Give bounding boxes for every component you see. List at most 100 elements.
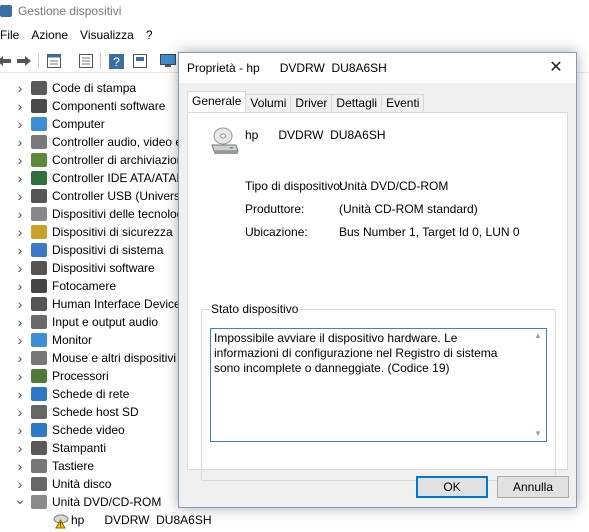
network-adapter-icon: [31, 387, 47, 401]
scroll-up-icon[interactable]: ▲: [530, 329, 546, 343]
ok-button[interactable]: OK: [416, 476, 488, 498]
tree-item[interactable]: › Componenti software: [0, 97, 200, 115]
warning-dvd-icon: !: [52, 513, 69, 529]
chevron-right-icon[interactable]: ›: [14, 98, 26, 114]
chevron-right-icon[interactable]: ›: [14, 116, 26, 132]
details-view-icon[interactable]: [132, 53, 148, 69]
tree-item[interactable]: › Controller audio, video e giochi: [0, 133, 217, 151]
software-device-icon: [31, 261, 47, 275]
tree-item[interactable]: › Dispositivi delle tecnologie di memoria: [0, 205, 256, 223]
device-status-group: Stato dispositivo Impossibile avviare il…: [201, 302, 556, 481]
chevron-right-icon[interactable]: ›: [14, 80, 26, 96]
tree-item-label: Controller di archiviazione: [52, 153, 191, 167]
tree-item-label: Stampanti: [52, 441, 107, 455]
chevron-right-icon[interactable]: ›: [14, 134, 26, 150]
chevron-right-icon[interactable]: ›: [14, 350, 26, 366]
properties-icon[interactable]: [46, 53, 62, 69]
tree-item[interactable]: › Schede di rete: [0, 385, 200, 403]
chevron-right-icon[interactable]: ›: [14, 188, 26, 204]
chevron-right-icon[interactable]: ›: [14, 170, 26, 186]
forward-arrow-icon[interactable]: [16, 53, 32, 69]
svg-text:!: !: [60, 522, 62, 529]
dialog-titlebar[interactable]: Proprietà - hp DVDRW DU8A6SH ✕: [179, 53, 576, 83]
tree-item[interactable]: ⌄ Unità DVD/CD-ROM: [0, 492, 200, 511]
manufacturer-value: (Unità CD-ROM standard): [339, 202, 478, 216]
chevron-right-icon[interactable]: ›: [14, 224, 26, 240]
location-value: Bus Number 1, Target Id 0, LUN 0: [339, 225, 520, 239]
tab-eventi[interactable]: Eventi: [381, 94, 425, 112]
cancel-button[interactable]: Annulla: [497, 476, 569, 498]
tree-item[interactable]: › Dispositivi software: [0, 259, 200, 277]
tree-item[interactable]: › Schede host SD: [0, 403, 200, 421]
menu-file[interactable]: File: [0, 26, 25, 44]
monitor-icon: [31, 333, 47, 347]
tab-volumi[interactable]: Volumi: [245, 94, 292, 112]
tree-item[interactable]: › Mouse e altri dispositivi di puntamento: [0, 349, 256, 367]
tree-item[interactable]: › Code di stampa: [0, 79, 200, 97]
tree-item[interactable]: › Human Interface Devices: [0, 295, 200, 313]
memory-icon: [31, 207, 47, 221]
usb-icon: [31, 189, 47, 203]
tree-item[interactable]: › Schede video: [0, 421, 200, 439]
scroll-down-icon[interactable]: ▼: [530, 427, 546, 441]
tree-item-label: Componenti software: [52, 99, 166, 113]
tree-item-label: Dispositivi di sistema: [52, 243, 164, 257]
device-status-label: Stato dispositivo: [210, 302, 300, 316]
chevron-right-icon[interactable]: ›: [14, 152, 26, 168]
menu-azione[interactable]: Azione: [25, 26, 74, 44]
tree-item-label: Human Interface Devices: [52, 297, 187, 311]
chevron-right-icon[interactable]: ›: [14, 278, 26, 294]
tree-item[interactable]: › Computer: [0, 115, 200, 133]
tree-item[interactable]: › Dispositivi di sistema: [0, 241, 200, 259]
tab-generale[interactable]: Generale: [187, 91, 247, 112]
chevron-down-icon[interactable]: ⌄: [14, 492, 26, 510]
computer-icon: [31, 117, 47, 131]
chevron-right-icon[interactable]: ›: [14, 242, 26, 258]
tree-item[interactable]: › Processori: [0, 367, 200, 385]
software-component-icon: [31, 99, 47, 113]
tree-item[interactable]: › Tastiere: [0, 457, 200, 475]
manufacturer-label: Produttore:: [245, 202, 305, 216]
chevron-right-icon[interactable]: ›: [14, 368, 26, 384]
tree-item-hp-dvdrw[interactable]: ! hp DVDRW DU8A6SH: [0, 511, 220, 529]
close-button[interactable]: ✕: [536, 53, 576, 83]
list-view-icon[interactable]: [78, 53, 94, 69]
back-arrow-icon[interactable]: [0, 53, 12, 69]
device-status-textbox[interactable]: Impossibile avviare il dispositivo hardw…: [210, 328, 547, 442]
help-icon[interactable]: ?: [108, 53, 124, 69]
tree-item[interactable]: › Monitor: [0, 331, 200, 349]
tree-item[interactable]: › Input e output audio: [0, 313, 200, 331]
general-tab-panel: hp DVDRW DU8A6SH Tipo di dispositivo: Un…: [187, 112, 568, 481]
disk-drive-icon: [31, 477, 47, 491]
tree-item[interactable]: › Dispositivi di sicurezza: [0, 223, 200, 241]
chevron-right-icon[interactable]: ›: [14, 314, 26, 330]
tree-item-label: Processori: [52, 369, 109, 383]
dvd-drive-icon: [210, 126, 240, 156]
chevron-right-icon[interactable]: ›: [14, 296, 26, 312]
tree-item[interactable]: › Controller IDE ATA/ATAPI: [0, 169, 200, 187]
chevron-right-icon[interactable]: ›: [14, 206, 26, 222]
tree-item[interactable]: › Fotocamere: [0, 277, 200, 295]
tree-item[interactable]: › Stampanti: [0, 439, 200, 457]
chevron-right-icon[interactable]: ›: [14, 440, 26, 456]
menu-visualizza[interactable]: Visualizza: [74, 26, 140, 44]
status-scrollbar[interactable]: ▲ ▼: [530, 329, 546, 441]
chevron-right-icon[interactable]: ›: [14, 260, 26, 276]
tree-item[interactable]: › Controller di archiviazione: [0, 151, 200, 169]
device-type-label: Tipo di dispositivo:: [245, 179, 344, 193]
menu-help[interactable]: ?: [140, 26, 159, 44]
tree-item-label: Schede video: [52, 423, 125, 437]
tree-item[interactable]: › Controller USB (Universal Serial Bus): [0, 187, 252, 205]
chevron-right-icon[interactable]: ›: [14, 458, 26, 474]
chevron-right-icon[interactable]: ›: [14, 404, 26, 420]
audio-icon: [31, 135, 47, 149]
chevron-right-icon[interactable]: ›: [14, 476, 26, 492]
tab-driver[interactable]: Driver: [290, 94, 333, 112]
chevron-right-icon[interactable]: ›: [14, 332, 26, 348]
chevron-right-icon[interactable]: ›: [14, 422, 26, 438]
chevron-right-icon[interactable]: ›: [14, 386, 26, 402]
tab-dettagli[interactable]: Dettagli: [331, 94, 383, 112]
tree-item[interactable]: › Unità disco: [0, 475, 200, 493]
printer-icon: [31, 81, 47, 95]
monitor-icon[interactable]: [160, 53, 176, 69]
